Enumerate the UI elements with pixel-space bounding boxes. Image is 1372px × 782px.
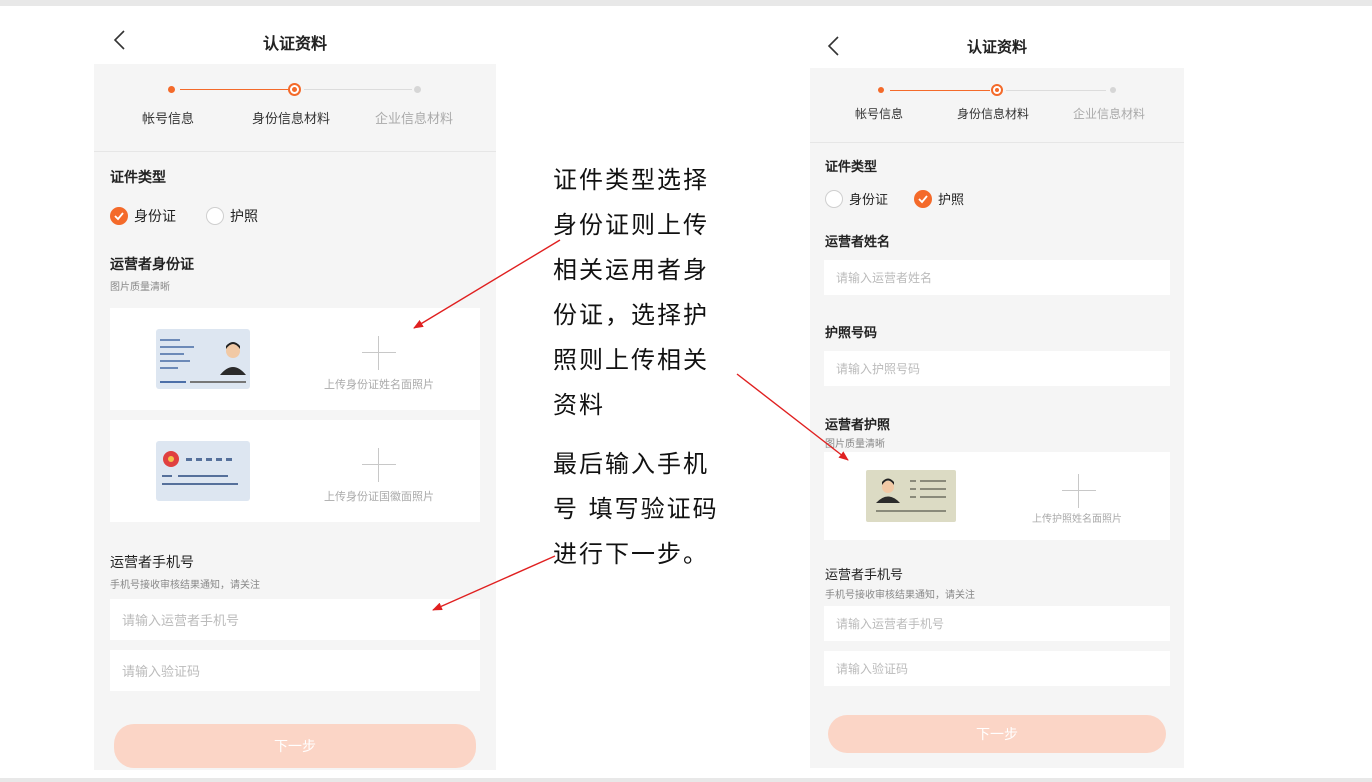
radio-idcard[interactable]: 身份证 (110, 206, 176, 226)
plus-icon (362, 336, 396, 370)
step-label-2: 身份信息材料 (252, 112, 331, 127)
annotation-line: 证件类型选择 (553, 166, 709, 194)
upload-idcard-back-label: 上传身份证国徽面照片 (324, 490, 434, 503)
next-button[interactable]: 下一步 (828, 715, 1166, 753)
code-input[interactable]: 请输入验证码 (110, 650, 480, 691)
radio-passport-label: 护照 (230, 209, 258, 225)
stepper-divider (810, 142, 1184, 143)
step-label-1: 帐号信息 (855, 107, 904, 121)
nav-bar: 认证资料 (110, 28, 480, 68)
passport-hint: 图片质量清晰 (825, 439, 885, 450)
phone-title: 运营者手机号 (825, 568, 904, 583)
radio-idcard-label: 身份证 (134, 209, 176, 225)
step-line-done (890, 90, 990, 91)
idcard-title: 运营者身份证 (110, 257, 194, 273)
form-panel: 帐号信息 身份信息材料 企业信息材料 证件类型 身份证 护照 运营者姓名 请输入… (810, 68, 1184, 768)
step-dot-1 (878, 87, 884, 93)
step-dot-3 (1110, 87, 1116, 93)
phone-input[interactable]: 请输入运营者手机号 (110, 599, 480, 640)
passport-no-input[interactable]: 请输入护照号码 (824, 351, 1170, 386)
cert-type-title: 证件类型 (110, 170, 166, 186)
radio-passport[interactable]: 护照 (914, 189, 964, 208)
right-phone-screen: 认证资料 帐号信息 身份信息材料 企业信息材料 证件类型 身份证 护照 运营者姓… (810, 26, 1184, 768)
passport-title: 运营者护照 (825, 418, 891, 433)
cert-type-title: 证件类型 (825, 160, 878, 175)
step-line-todo (304, 89, 412, 90)
phone-title: 运营者手机号 (110, 555, 194, 571)
annotation-line: 相关运用者身 (553, 256, 709, 284)
stepper-divider (94, 151, 496, 152)
form-panel: 帐号信息 身份信息材料 企业信息材料 证件类型 身份证 护照 运营者身份证 图片… (94, 64, 496, 770)
step-label-3: 企业信息材料 (1073, 107, 1146, 121)
annotation-line: 身份证则上传 (553, 211, 709, 239)
upload-passport-label: 上传护照姓名面照片 (1032, 514, 1122, 525)
radio-passport-label: 护照 (938, 193, 965, 208)
upload-passport[interactable]: 上传护照姓名面照片 (1032, 474, 1122, 525)
annotation-line: 号 填写验证码 (553, 495, 719, 523)
radio-passport[interactable]: 护照 (206, 206, 258, 226)
upload-idcard-front[interactable]: 上传身份证姓名面照片 (324, 336, 434, 392)
step-label-2: 身份信息材料 (957, 107, 1030, 121)
plus-icon (1062, 474, 1096, 508)
idcard-front-card: 上传身份证姓名面照片 (110, 308, 480, 410)
idcard-back-sample-icon (156, 441, 250, 501)
step-dot-1 (168, 86, 175, 93)
check-icon (110, 207, 128, 225)
radio-empty-icon (825, 189, 843, 208)
annotation-line: 资料 (553, 391, 605, 419)
upload-idcard-back[interactable]: 上传身份证国徽面照片 (324, 448, 434, 504)
passport-sample-icon (866, 470, 956, 522)
idcard-hint: 图片质量清晰 (110, 282, 170, 293)
step-line-todo (1006, 90, 1106, 91)
page-title: 认证资料 (262, 34, 327, 53)
annotation-line: 进行下一步。 (553, 540, 709, 568)
window-bottom-border (0, 778, 1372, 782)
annotation-line: 份证，选择护 (553, 301, 709, 329)
annotation-cert-type: 证件类型选择 身份证则上传 相关运用者身 份证，选择护 照则上传相关 资料 (553, 158, 709, 428)
passport-no-title: 护照号码 (825, 326, 878, 341)
window-top-border (0, 0, 1372, 6)
idcard-front-sample-icon (156, 329, 250, 389)
annotation-phone: 最后输入手机 号 填写验证码 进行下一步。 (553, 442, 719, 577)
step-label-1: 帐号信息 (142, 112, 195, 127)
radio-empty-icon (206, 207, 224, 225)
next-button[interactable]: 下一步 (114, 724, 476, 768)
annotation-line: 照则上传相关 (553, 346, 709, 374)
phone-hint: 手机号接收审核结果通知，请关注 (110, 580, 260, 591)
page-title: 认证资料 (966, 38, 1027, 56)
step-dot-2-inner (292, 87, 297, 92)
phone-input[interactable]: 请输入运营者手机号 (824, 606, 1170, 641)
check-icon (914, 189, 932, 208)
step-dot-3 (414, 86, 421, 93)
code-input[interactable]: 请输入验证码 (824, 651, 1170, 686)
idcard-back-card: 上传身份证国徽面照片 (110, 420, 480, 522)
annotation-line: 最后输入手机 (553, 450, 709, 478)
name-title: 运营者姓名 (825, 235, 891, 250)
step-dot-2-inner (995, 88, 999, 92)
phone-hint: 手机号接收审核结果通知，请关注 (825, 590, 975, 601)
passport-card: 上传护照姓名面照片 (824, 452, 1170, 540)
left-phone-screen: 认证资料 帐号信息 身份信息材料 企业信息材料 证件类型 身份证 护照 运营者身… (94, 20, 496, 770)
radio-idcard[interactable]: 身份证 (825, 189, 888, 208)
step-label-3: 企业信息材料 (375, 112, 454, 127)
step-line-done (180, 89, 288, 90)
radio-idcard-label: 身份证 (849, 193, 889, 208)
upload-idcard-front-label: 上传身份证姓名面照片 (324, 378, 434, 391)
plus-icon (362, 448, 396, 482)
name-input[interactable]: 请输入运营者姓名 (824, 260, 1170, 295)
